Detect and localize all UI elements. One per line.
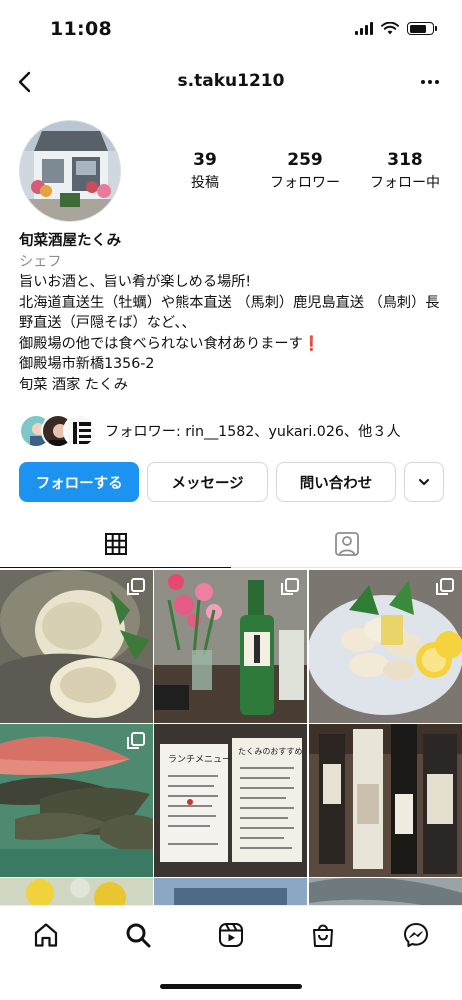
wifi-icon — [381, 22, 399, 35]
profile-header: s.taku1210 — [0, 58, 462, 106]
home-indicator — [160, 984, 302, 989]
multiple-photos-icon — [281, 578, 299, 595]
post-thumbnail[interactable] — [154, 878, 307, 905]
bio-line: 旨いお酒と、旨い肴が楽しめる場所! — [19, 274, 252, 290]
more-options-button[interactable] — [416, 70, 444, 94]
more-dot-icon — [421, 80, 425, 84]
tab-posts-grid[interactable] — [0, 520, 231, 568]
bio-text: 御殿場の他では食べられない食材ありまーす — [19, 335, 303, 352]
tagged-icon — [334, 531, 359, 556]
chevron-down-icon — [419, 479, 430, 485]
stat-value: 318 — [387, 150, 423, 170]
followers-count[interactable]: 259 フォロワー — [270, 150, 340, 194]
tab-tagged[interactable] — [231, 520, 462, 568]
message-button[interactable]: メッセージ — [147, 462, 268, 502]
bio-line: 御殿場の他では食べられない食材ありまーす❗ — [19, 334, 444, 355]
bio-shop-name: 旬菜 酒家 たくみ — [19, 376, 128, 393]
status-icons — [355, 22, 437, 35]
profile-bio: 旬菜酒屋たくみ シェフ 旨いお酒と、旨い肴が楽しめる場所! 北海道直送生（牡蠣）… — [19, 231, 444, 395]
messenger-icon — [404, 923, 428, 947]
profile-stats: 39 投稿 259 フォロワー 318 フォロー中 — [170, 150, 440, 194]
post-thumbnail[interactable] — [309, 570, 462, 723]
stat-value: 39 — [193, 150, 217, 170]
post-thumbnail[interactable] — [0, 570, 153, 723]
cellular-signal-icon — [355, 22, 373, 35]
post-thumbnail[interactable] — [309, 724, 462, 877]
bio-line: 北海道直送生（牡蠣）や熊本直送 （馬刺）鹿児島直送 （鳥刺）長野直送（戸隠そば）… — [19, 294, 440, 332]
bottom-tab-bar — [0, 905, 462, 965]
search-icon — [126, 923, 151, 948]
stat-label: 投稿 — [191, 175, 219, 191]
lunch-menu-board-photo: ランチメニュー たくみのおすすめ — [154, 724, 307, 877]
status-time: 11:08 — [50, 18, 112, 40]
reels-icon — [219, 923, 243, 947]
menu-board-left-title: ランチメニュー — [168, 754, 231, 765]
suggested-accounts-button[interactable] — [404, 462, 444, 502]
more-dot-icon — [435, 80, 439, 84]
profile-category: シェフ — [19, 253, 62, 270]
posts-count[interactable]: 39 投稿 — [170, 150, 240, 194]
contact-button[interactable]: 問い合わせ — [275, 462, 397, 502]
reels-tab[interactable] — [214, 918, 248, 952]
mutual-avatar — [63, 414, 97, 448]
fish-post-photo — [309, 878, 462, 905]
sake-bottles-photo — [309, 724, 462, 877]
battery-icon — [407, 22, 437, 35]
post-thumbnail[interactable] — [0, 724, 153, 877]
messenger-tab[interactable] — [399, 918, 433, 952]
home-tab[interactable] — [29, 918, 63, 952]
post-thumbnail[interactable] — [309, 878, 462, 905]
flowers-photo — [0, 878, 153, 905]
stat-label: フォロワー — [270, 175, 340, 191]
followed-by-text: フォロワー: rin__1582、yukari.026、他３人 — [105, 424, 401, 440]
multiple-photos-icon — [127, 732, 145, 749]
search-tab[interactable] — [121, 918, 155, 952]
multiple-photos-icon — [436, 578, 454, 595]
followed-by[interactable]: フォロワー: rin__1582、yukari.026、他３人 — [19, 414, 449, 448]
following-count[interactable]: 318 フォロー中 — [370, 150, 440, 194]
posts-grid: ランチメニュー たくみのおすすめ — [0, 570, 462, 905]
exclamation-emoji: ❗ — [302, 335, 321, 352]
grid-icon — [104, 532, 127, 555]
storefront-photo — [20, 121, 120, 221]
home-icon — [34, 923, 58, 947]
shop-tab[interactable] — [306, 918, 340, 952]
more-dot-icon — [428, 80, 432, 84]
battery-level — [409, 24, 426, 33]
post-thumbnail[interactable]: ランチメニュー たくみのおすすめ — [154, 724, 307, 877]
profile-actions: フォローする メッセージ 問い合わせ — [19, 462, 444, 502]
post-thumbnail[interactable] — [0, 878, 153, 905]
post-thumbnail[interactable] — [154, 570, 307, 723]
profile-display-name: 旬菜酒屋たくみ — [19, 233, 122, 249]
storefront-post-photo — [154, 878, 307, 905]
mutual-avatars — [19, 414, 99, 448]
status-bar: 11:08 — [0, 0, 462, 58]
bio-address[interactable]: 御殿場市新橋1356-2 — [19, 354, 444, 375]
stat-value: 259 — [287, 150, 323, 170]
stat-label: フォロー中 — [370, 175, 440, 191]
profile-avatar[interactable] — [19, 120, 121, 222]
shop-icon — [313, 924, 333, 947]
profile-tabs — [0, 520, 462, 568]
menu-board-right-title: たくみのおすすめ — [238, 747, 302, 756]
multiple-photos-icon — [127, 578, 145, 595]
follow-button[interactable]: フォローする — [19, 462, 140, 502]
profile-username: s.taku1210 — [177, 71, 285, 91]
